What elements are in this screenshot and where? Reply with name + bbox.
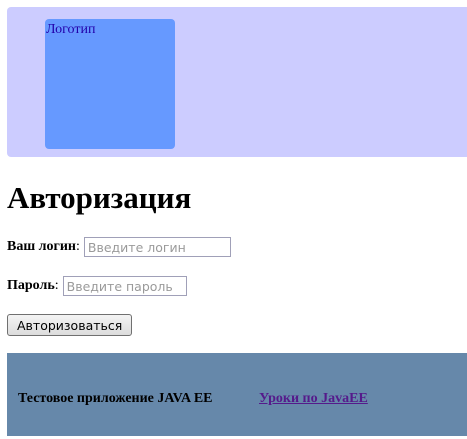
footer: Тестовое приложение JAVA EE Уроки по Jav… bbox=[7, 353, 467, 436]
logo-text: Логотип bbox=[46, 22, 96, 37]
login-row: Ваш логин: bbox=[7, 236, 231, 258]
javaee-lessons-link[interactable]: Уроки по JavaEE bbox=[259, 391, 368, 407]
logo: Логотип bbox=[45, 19, 175, 149]
authorize-button[interactable]: Авторизоваться bbox=[7, 314, 133, 336]
header-banner: Логотип bbox=[7, 7, 467, 157]
login-label: Ваш логин: bbox=[7, 239, 80, 254]
page-title: Авторизация bbox=[7, 180, 192, 215]
login-input[interactable] bbox=[83, 237, 231, 257]
password-input[interactable] bbox=[62, 276, 187, 296]
footer-text: Тестовое приложение JAVA EE bbox=[18, 391, 213, 406]
password-label: Пароль: bbox=[7, 278, 59, 293]
password-row: Пароль: bbox=[7, 275, 187, 297]
